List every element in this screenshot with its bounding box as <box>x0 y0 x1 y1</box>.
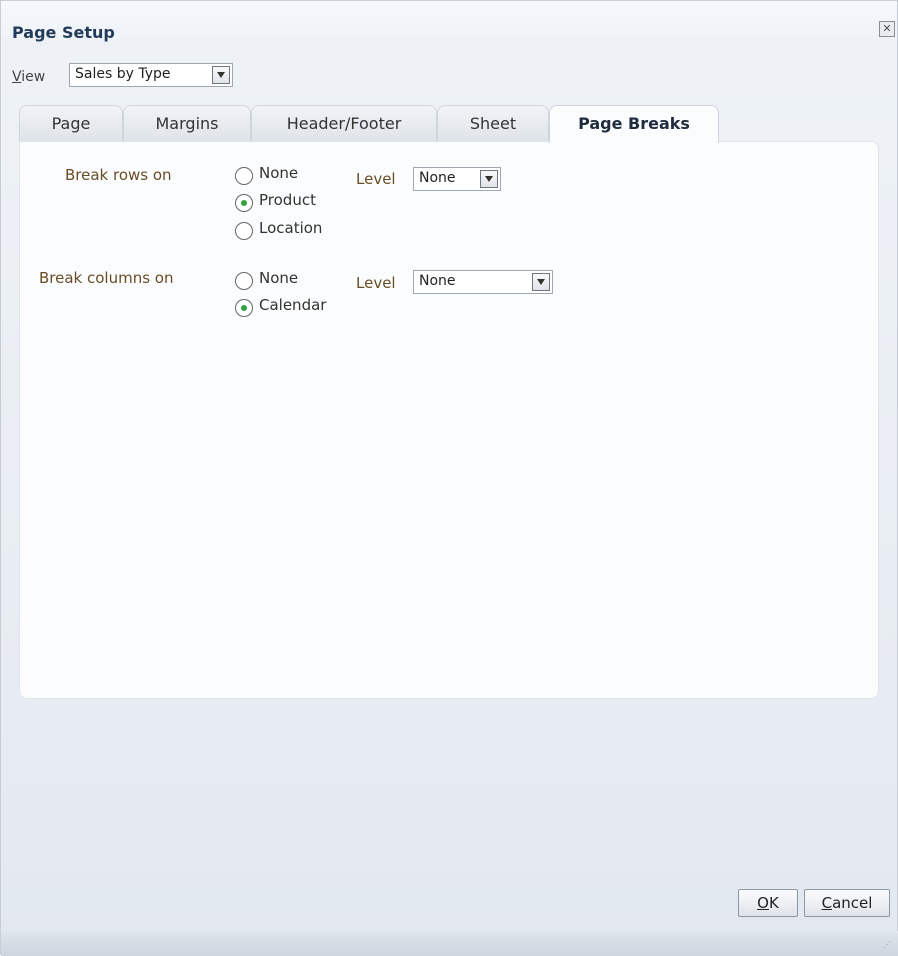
radio-checked-icon[interactable] <box>235 194 253 212</box>
columns-level-select[interactable]: None <box>413 270 553 294</box>
radio-label: Product <box>259 191 316 209</box>
chevron-down-icon[interactable] <box>532 273 550 291</box>
columns-level-value: None <box>419 273 456 289</box>
radio-checked-icon[interactable] <box>235 299 253 317</box>
view-label: View <box>12 69 46 85</box>
footer-strip <box>1 931 898 956</box>
tab-panel <box>19 141 879 699</box>
rows-level-label: Level <box>356 170 396 188</box>
dialog-title: Page Setup <box>12 23 115 42</box>
view-select[interactable]: Sales by Type <box>69 63 233 87</box>
resize-grip-icon[interactable]: ⋰ <box>883 940 891 949</box>
page-setup-dialog: Page Setup ✕ View Sales by Type Page Mar… <box>0 0 898 956</box>
radio-unchecked-icon[interactable] <box>235 167 253 185</box>
tab-bar: Page Margins Header/Footer Sheet Page Br… <box>19 105 879 143</box>
radio-unchecked-icon[interactable] <box>235 222 253 240</box>
break-rows-label: Break rows on <box>65 166 172 184</box>
columns-level-label: Level <box>356 274 396 292</box>
view-select-value: Sales by Type <box>75 66 171 82</box>
tab-margins[interactable]: Margins <box>123 105 251 141</box>
rows-level-select[interactable]: None <box>413 167 501 191</box>
tab-header-footer[interactable]: Header/Footer <box>251 105 437 141</box>
radio-label: Location <box>259 219 323 237</box>
radio-label: None <box>259 164 299 182</box>
ok-button[interactable]: OK <box>738 889 798 917</box>
radio-unchecked-icon[interactable] <box>235 272 253 290</box>
rows-level-value: None <box>419 170 456 186</box>
close-icon[interactable]: ✕ <box>879 21 895 37</box>
cancel-button[interactable]: Cancel <box>804 889 890 917</box>
radio-label: None <box>259 269 299 287</box>
break-columns-label: Break columns on <box>39 269 174 287</box>
tab-page[interactable]: Page <box>19 105 123 141</box>
chevron-down-icon[interactable] <box>212 66 230 84</box>
tab-sheet[interactable]: Sheet <box>437 105 549 141</box>
radio-label: Calendar <box>259 296 327 314</box>
tab-page-breaks[interactable]: Page Breaks <box>549 105 719 143</box>
chevron-down-icon[interactable] <box>480 170 498 188</box>
